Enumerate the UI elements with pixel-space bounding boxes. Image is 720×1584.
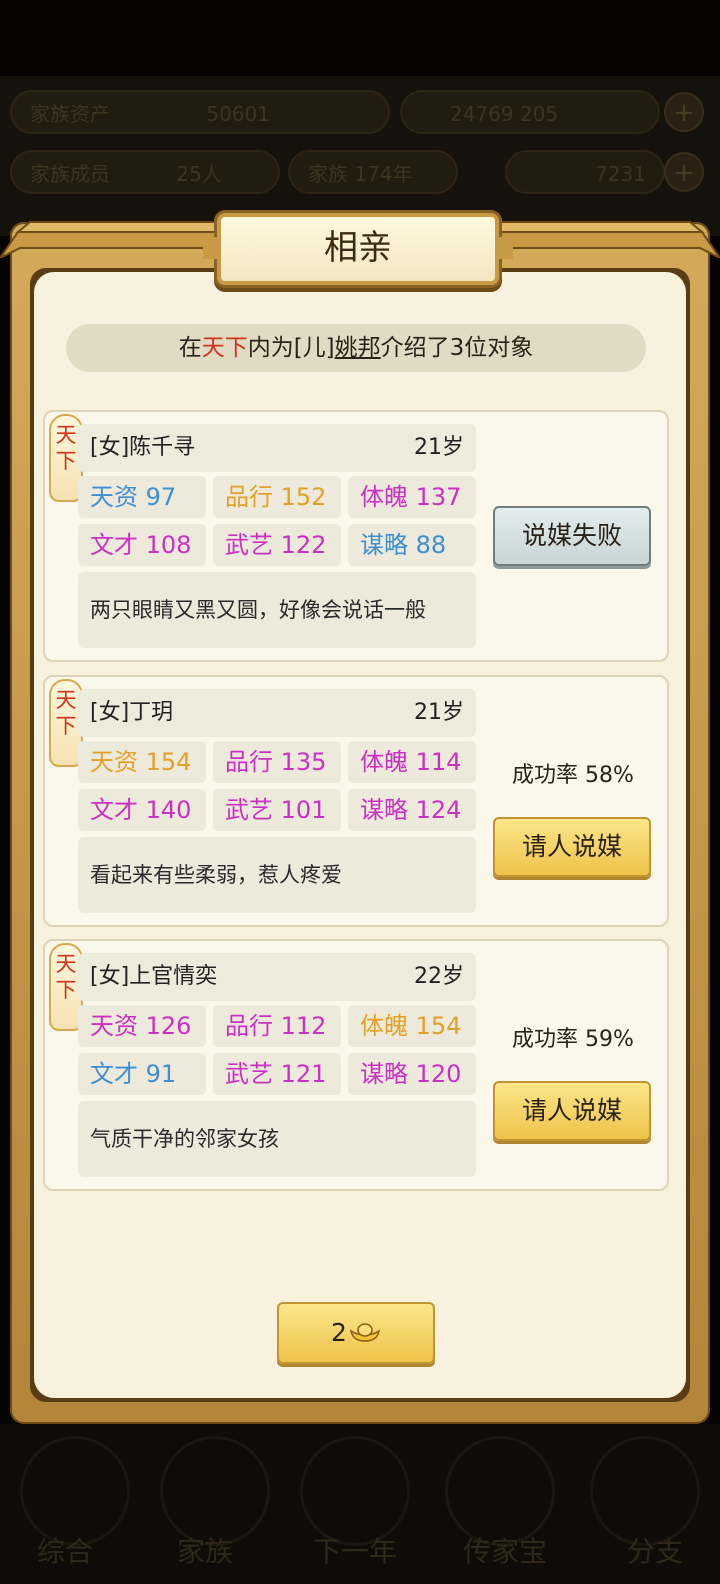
nav-item-overview: 综合 [36,1535,93,1568]
stat-talent: 天资 126 [78,1005,206,1047]
candidate-description: 看起来有些柔弱，惹人疼爱 [78,837,476,913]
stat-physique: 体魄 114 [348,741,476,783]
stat-martial: 武艺 122 [213,524,341,566]
realm-tag-char: 天 [55,423,77,447]
candidate-name: [女]丁玥 [90,700,174,725]
hud-members-label: 家族成员 [30,162,110,186]
dialog-title: 相亲 [203,213,513,285]
realm-tag-char: 天 [55,952,77,976]
intro-prefix: 在 [178,335,202,361]
realm-tag-char: 下 [55,714,77,738]
gold-ingot-icon [349,1323,381,1342]
hud-members: 家族成员 25人 [10,150,280,194]
nav-item-next-year: 下一年 [312,1535,397,1568]
request-matchmaker-button[interactable]: 请人说媒 [493,1081,651,1141]
candidate-age: 21岁 [414,435,464,460]
candidate-description: 两只眼睛又黑又圆，好像会说话一般 [78,572,476,648]
candidate-name-row: [女]丁玥 21岁 [78,689,476,737]
success-rate: 成功率 59% [512,1027,634,1052]
request-matchmaker-button[interactable]: 请人说媒 [493,817,651,877]
hud-assets: 家族资产 50601 [10,90,390,134]
success-rate: 成功率 58% [512,763,634,788]
stat-literature: 文才 140 [78,789,206,831]
realm-tag-char: 下 [55,978,77,1002]
stat-strategy: 谋略 124 [348,789,476,831]
candidate-card: 天 下 [女]上官情奕 22岁 天资 126 品行 112 体魄 154 文才 … [43,939,669,1191]
nav-item-heirloom: 传家宝 [462,1535,547,1568]
refresh-candidates-button[interactable]: 2 [277,1302,435,1364]
candidate-description: 气质干净的邻家女孩 [78,1101,476,1177]
matchmaking-failed-button[interactable]: 说媒失败 [493,506,651,566]
candidate-name-row: [女]上官情奕 22岁 [78,953,476,1001]
stat-physique: 体魄 154 [348,1005,476,1047]
hud-coins-value: 7231 [595,162,646,186]
candidate-card: 天 下 [女]丁玥 21岁 天资 154 品行 135 体魄 114 文才 14… [43,675,669,927]
candidate-name-row: [女]陈千寻 21岁 [78,424,476,472]
hud-year: 家族 174年 [288,150,458,194]
candidate-age: 22岁 [414,964,464,989]
hud-assets-value: 50601 [206,102,270,126]
intro-banner: 在天下内为[儿]姚邦介绍了3位对象 [66,324,646,372]
stat-strategy: 谋略 88 [348,524,476,566]
hud-year-value: 家族 174年 [308,162,413,186]
hud-coins: 7231 [505,150,665,194]
candidate-name: [女]上官情奕 [90,964,218,989]
candidate-card: 天 下 [女]陈千寻 21岁 天资 97 品行 152 体魄 137 文才 10… [43,410,669,662]
stat-morality: 品行 152 [213,476,341,518]
candidate-name: [女]陈千寻 [90,435,196,460]
realm-tag-char: 下 [55,449,77,473]
refresh-cost: 2 [331,1318,347,1347]
stat-talent: 天资 97 [78,476,206,518]
stat-strategy: 谋略 120 [348,1053,476,1095]
stat-martial: 武艺 101 [213,789,341,831]
intro-realm: 天下 [201,335,248,361]
nav-item-family: 家族 [176,1535,233,1568]
stat-morality: 品行 112 [213,1005,341,1047]
stat-physique: 体魄 137 [348,476,476,518]
candidate-age: 21岁 [414,700,464,725]
hud-assets-label: 家族资产 [30,102,110,126]
intro-son-name[interactable]: 姚邦 [335,335,381,361]
hud-currency: 24769 205 [400,90,660,134]
nav-item-branch: 分支 [626,1535,683,1568]
intro-suffix: 介绍了3位对象 [380,335,534,361]
stat-martial: 武艺 121 [213,1053,341,1095]
realm-tag-char: 天 [55,688,77,712]
intro-middle: 内为[儿] [247,335,335,361]
stat-literature: 文才 108 [78,524,206,566]
hud-members-value: 25人 [176,162,222,186]
add-currency-icon: + [664,92,704,132]
add-coins-icon: + [664,152,704,192]
stat-literature: 文才 91 [78,1053,206,1095]
hud-currency-value: 24769 205 [450,102,559,126]
stat-talent: 天资 154 [78,741,206,783]
stat-morality: 品行 135 [213,741,341,783]
